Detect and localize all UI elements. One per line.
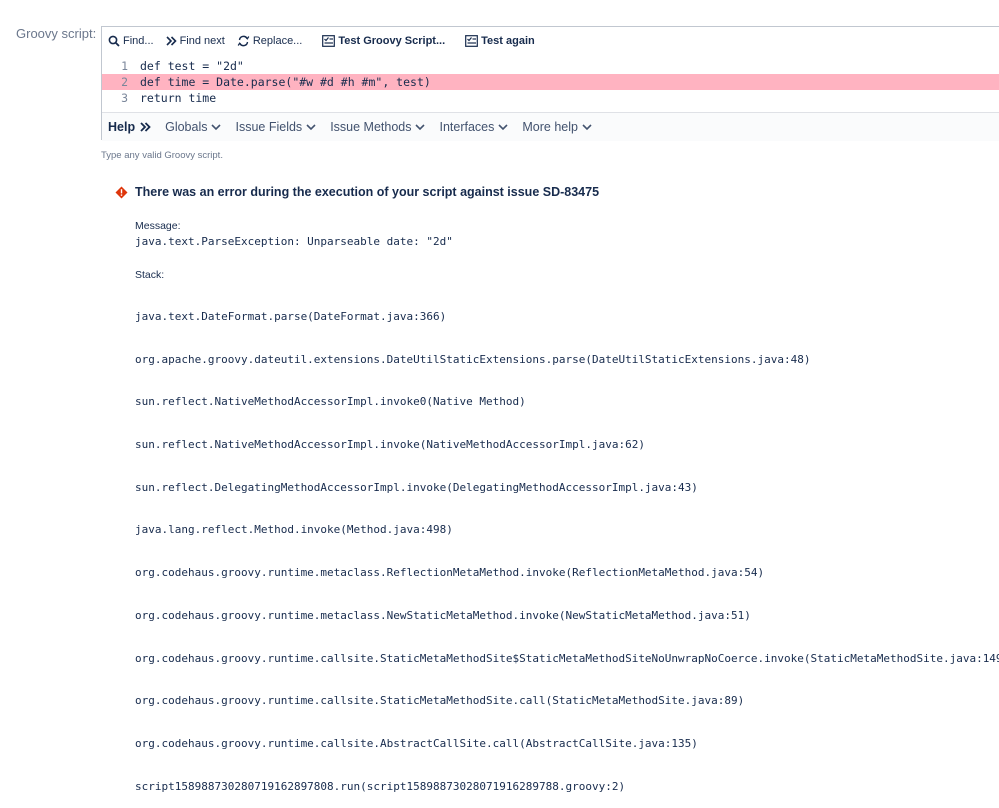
stack-line: org.codehaus.groovy.runtime.callsite.Sta… (135, 651, 999, 665)
replace-icon (237, 35, 250, 47)
search-icon (108, 35, 120, 47)
double-chevron-right-icon (166, 36, 177, 46)
interfaces-dropdown[interactable]: Interfaces (439, 120, 508, 134)
test-again-button[interactable]: Test again (465, 35, 535, 47)
code-text: def time = Date.parse("#w #d #h #m", tes… (140, 75, 431, 89)
chevron-down-icon (415, 123, 426, 130)
issue-fields-label: Issue Fields (235, 120, 303, 134)
find-next-button[interactable]: Find next (166, 35, 225, 47)
stack-line: org.codehaus.groovy.runtime.metaclass.Re… (135, 566, 765, 580)
double-chevron-right-icon (140, 122, 151, 132)
test-groovy-script-label: Test Groovy Script... (338, 35, 446, 47)
help-text: Help (108, 120, 136, 134)
test-again-label: Test again (481, 35, 535, 47)
stack-trace: java.text.DateFormat.parse(DateFormat.ja… (135, 283, 999, 808)
issue-methods-dropdown[interactable]: Issue Methods (330, 120, 426, 134)
checkbox-list-icon (465, 35, 479, 47)
stack-line: sun.reflect.NativeMethodAccessorImpl.inv… (135, 395, 526, 409)
groovy-script-label: Groovy script: (16, 26, 97, 41)
find-label: Find... (123, 35, 154, 47)
help-bar: Help Globals Issue Fields Issue Methods … (102, 112, 999, 141)
find-button[interactable]: Find... (108, 35, 154, 47)
line-number: 3 (121, 91, 128, 105)
message-label: Message: (135, 220, 181, 232)
code-line[interactable]: 1 def test = "2d" (102, 58, 999, 74)
code-text: return time (140, 91, 217, 105)
code-area[interactable]: 1 def test = "2d" 2 def time = Date.pars… (102, 55, 999, 109)
stack-line: org.codehaus.groovy.runtime.metaclass.Ne… (135, 608, 751, 622)
error-title: There was an error during the execution … (115, 185, 599, 199)
find-next-label: Find next (179, 35, 225, 47)
test-groovy-script-button[interactable]: Test Groovy Script... (322, 35, 445, 47)
stack-line: sun.reflect.DelegatingMethodAccessorImpl… (135, 480, 698, 494)
code-line-error[interactable]: 2 def time = Date.parse("#w #d #h #m", t… (102, 74, 999, 90)
more-help-dropdown[interactable]: More help (522, 120, 592, 134)
more-help-label: More help (522, 120, 578, 134)
stack-line: sun.reflect.NativeMethodAccessorImpl.inv… (135, 438, 645, 452)
chevron-down-icon (306, 123, 316, 130)
chevron-down-icon (582, 123, 592, 130)
chevron-down-icon (211, 123, 222, 130)
script-editor: Find... Find next Replace... Test Groovy… (101, 26, 999, 141)
interfaces-label: Interfaces (439, 120, 495, 134)
stack-line: org.codehaus.groovy.runtime.callsite.Abs… (135, 736, 698, 750)
line-number: 1 (121, 59, 128, 73)
stack-line: script158988730280719162897808.run(scrip… (135, 779, 626, 793)
issue-methods-label: Issue Methods (330, 120, 412, 134)
error-message: java.text.ParseException: Unparseable da… (135, 235, 453, 248)
chevron-down-icon (498, 123, 508, 130)
editor-toolbar: Find... Find next Replace... Test Groovy… (102, 27, 999, 55)
stack-line: org.apache.groovy.dateutil.extensions.Da… (135, 352, 811, 366)
globals-label: Globals (165, 120, 208, 134)
globals-dropdown[interactable]: Globals (165, 120, 222, 134)
code-text: def test = "2d" (140, 59, 244, 73)
checkbox-list-icon (322, 35, 336, 47)
field-hint: Type any valid Groovy script. (101, 150, 223, 161)
stack-line: java.text.DateFormat.parse(DateFormat.ja… (135, 310, 447, 323)
line-number: 2 (121, 75, 128, 89)
error-title-text: There was an error during the execution … (135, 185, 600, 199)
help-label: Help (108, 120, 151, 134)
issue-fields-dropdown[interactable]: Issue Fields (235, 120, 316, 134)
code-line[interactable]: 3 return time (102, 90, 999, 106)
replace-label: Replace... (252, 35, 303, 47)
stack-line: org.codehaus.groovy.runtime.callsite.Sta… (135, 694, 745, 708)
replace-button[interactable]: Replace... (237, 35, 303, 47)
stack-label: Stack: (135, 269, 165, 281)
error-icon (115, 186, 128, 198)
stack-line: java.lang.reflect.Method.invoke(Method.j… (135, 523, 453, 537)
